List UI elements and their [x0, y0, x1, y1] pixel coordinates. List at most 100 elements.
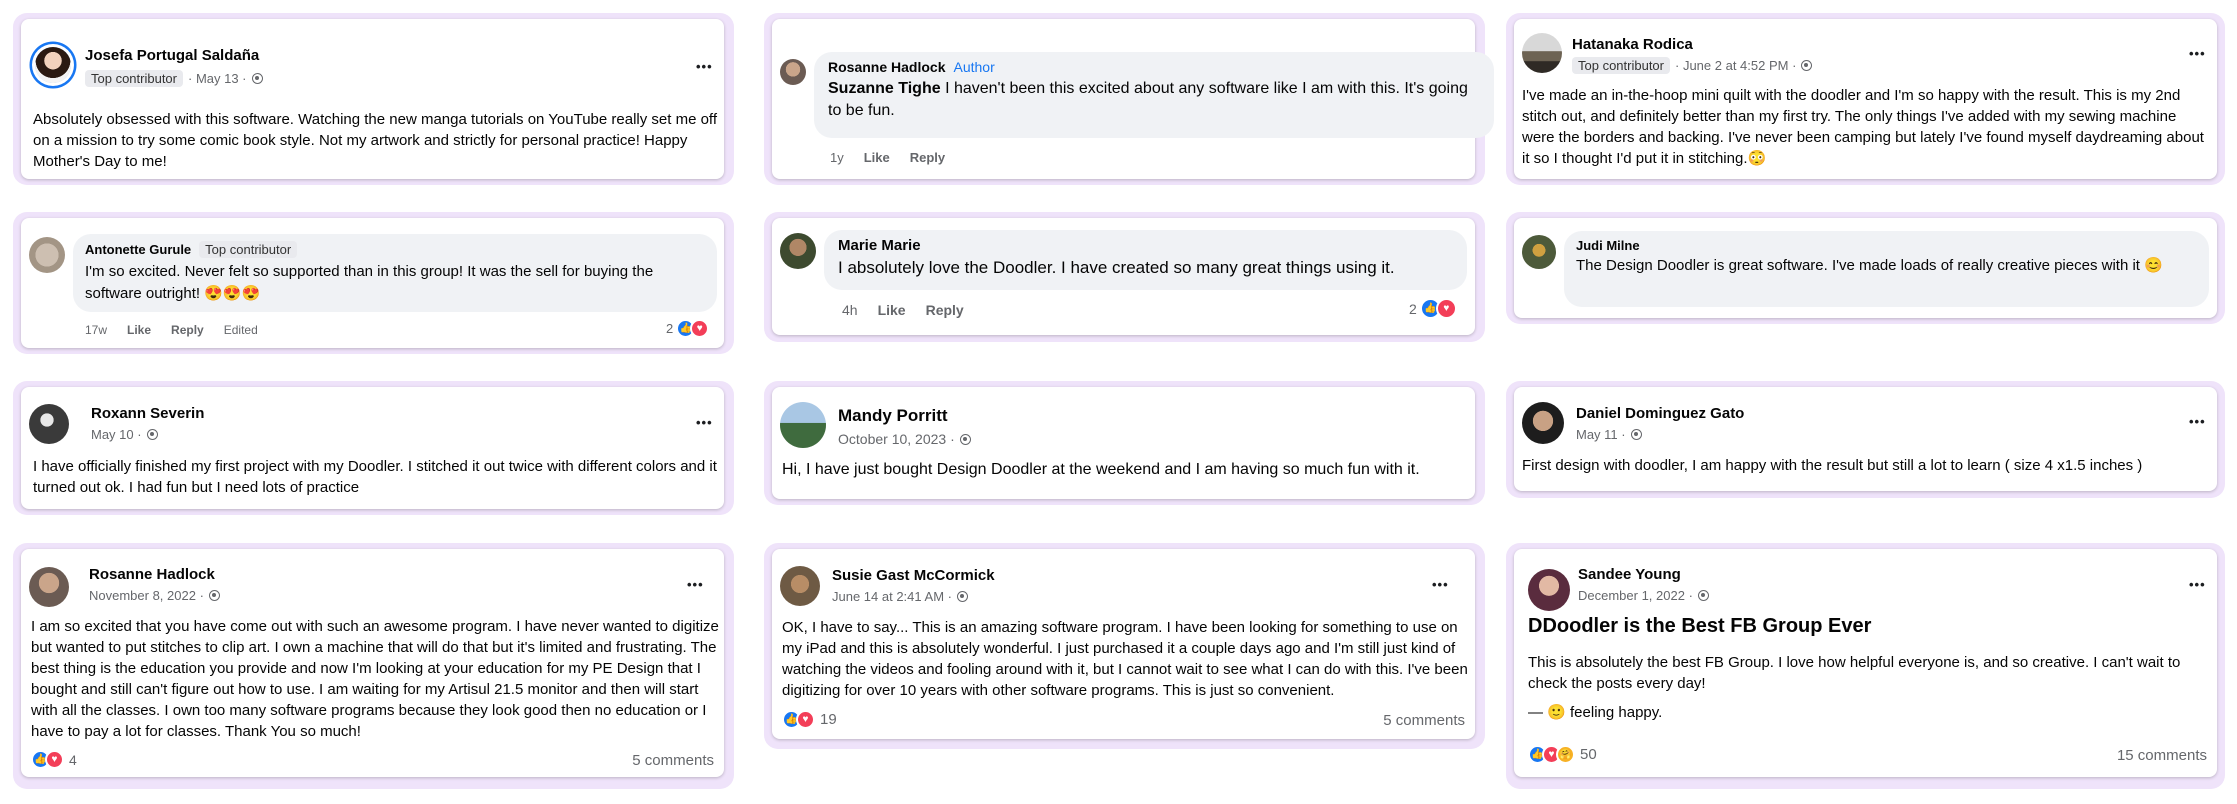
post-date[interactable]: May 10 · — [91, 427, 142, 442]
post-frame: Roxann Severin May 10 · ••• I have offic… — [13, 381, 734, 515]
love-reaction-icon: ♥ — [45, 750, 64, 769]
avatar[interactable] — [29, 404, 69, 444]
globe-icon — [1801, 60, 1813, 71]
author-name[interactable]: Sandee Young — [1578, 566, 1681, 583]
comment-count[interactable]: 5 comments — [632, 752, 714, 769]
post-date[interactable]: October 10, 2023 · — [838, 431, 955, 447]
more-icon[interactable]: ••• — [2189, 46, 2206, 61]
post-card: Marie Marie I absolutely love the Doodle… — [772, 218, 1475, 335]
post-body: I am so excited that you have come out w… — [31, 618, 719, 740]
post-card: Hatanaka Rodica Top contributor · June 2… — [1514, 19, 2217, 179]
avatar[interactable] — [780, 233, 816, 269]
reply-button[interactable]: Reply — [910, 150, 945, 165]
comment-actions: 1y Like Reply — [830, 150, 945, 165]
author-label: Author — [953, 59, 995, 75]
post-frame: Susie Gast McCormick June 14 at 2:41 AM … — [764, 543, 1485, 749]
more-icon[interactable]: ••• — [1432, 577, 1449, 592]
post-meta: May 10 · — [91, 427, 158, 442]
commenter-name[interactable]: Rosanne Hadlock — [828, 59, 945, 75]
like-button[interactable]: Like — [127, 323, 151, 337]
post-headline: DDoodler is the Best FB Group Ever — [1528, 615, 1872, 637]
comment-text: I absolutely love the Doodler. I have cr… — [838, 258, 1395, 277]
comment-count[interactable]: 15 comments — [2117, 747, 2207, 764]
reaction-count: 4 — [69, 751, 77, 768]
post-meta: May 11 · — [1576, 427, 1642, 442]
reaction-count: 50 — [1580, 746, 1597, 763]
avatar[interactable] — [1522, 402, 1564, 444]
author-name[interactable]: Susie Gast McCormick — [832, 567, 995, 584]
top-contributor-badge: Top contributor — [85, 70, 183, 87]
comment-time[interactable]: 1y — [830, 150, 844, 165]
post-date[interactable]: December 1, 2022 · — [1578, 588, 1693, 603]
comment-bubble: Judi Milne The Design Doodler is great s… — [1564, 231, 2209, 307]
post-frame: Rosanne Hadlock Author Suzanne Tighe I ha… — [764, 13, 1494, 185]
author-name[interactable]: Mandy Porritt — [838, 406, 948, 426]
globe-icon — [1630, 429, 1642, 440]
avatar[interactable] — [1528, 569, 1570, 611]
post-frame: Josefa Portugal Saldaña Top contributor … — [13, 13, 734, 185]
post-card: Roxann Severin May 10 · ••• I have offic… — [21, 387, 724, 509]
commenter-name[interactable]: Judi Milne — [1576, 238, 2197, 253]
avatar[interactable] — [1522, 235, 1556, 269]
more-icon[interactable]: ••• — [2189, 577, 2206, 592]
post-meta: November 8, 2022 · — [89, 588, 220, 603]
post-meta: Top contributor · May 13 · — [85, 70, 263, 87]
more-icon[interactable]: ••• — [696, 59, 713, 74]
post-card: Rosanne Hadlock Author Suzanne Tighe I ha… — [772, 19, 1494, 179]
globe-icon — [146, 429, 158, 440]
more-icon[interactable]: ••• — [696, 415, 713, 430]
top-contributor-badge: Top contributor — [199, 241, 298, 258]
post-frame: Judi Milne The Design Doodler is great s… — [1506, 212, 2225, 324]
post-card: Susie Gast McCormick June 14 at 2:41 AM … — [772, 549, 1475, 739]
reply-mention[interactable]: Suzanne Tighe — [828, 80, 941, 97]
comment-time[interactable]: 4h — [842, 302, 858, 318]
reaction-summary[interactable]: 2 👍 ♥ — [1409, 298, 1457, 319]
reaction-summary[interactable]: 👍 ♥ 🤗 50 — [1528, 745, 1597, 764]
author-name[interactable]: Daniel Dominguez Gato — [1576, 405, 1744, 422]
comment-actions: 17w Like Reply Edited — [85, 323, 258, 337]
commenter-name[interactable]: Antonette Gurule — [85, 242, 191, 257]
post-date[interactable]: June 14 at 2:41 AM · — [832, 589, 952, 604]
more-icon[interactable]: ••• — [2189, 414, 2206, 429]
more-icon[interactable]: ••• — [687, 577, 704, 592]
like-button[interactable]: Like — [864, 150, 890, 165]
care-reaction-icon: 🤗 — [1556, 745, 1575, 764]
post-date[interactable]: November 8, 2022 · — [89, 588, 204, 603]
avatar[interactable] — [780, 566, 820, 606]
post-body: First design with doodler, I am happy wi… — [1522, 457, 2143, 474]
comment-text: I'm so excited. Never felt so supported … — [85, 263, 654, 302]
reaction-summary[interactable]: 👍 ♥ 19 — [782, 710, 837, 729]
avatar[interactable] — [1522, 33, 1562, 73]
reaction-summary[interactable]: 👍 ♥ 4 — [31, 750, 77, 769]
author-name[interactable]: Rosanne Hadlock — [89, 566, 215, 583]
avatar[interactable] — [29, 567, 69, 607]
post-frame: Daniel Dominguez Gato May 11 · ••• First… — [1506, 381, 2225, 498]
reaction-count: 2 — [1409, 300, 1417, 317]
author-name[interactable]: Roxann Severin — [91, 405, 204, 422]
avatar[interactable] — [29, 237, 65, 273]
like-button[interactable]: Like — [878, 302, 906, 318]
post-date[interactable]: · May 13 · — [188, 71, 247, 86]
globe-icon — [959, 433, 971, 445]
comment-time[interactable]: 17w — [85, 323, 107, 337]
post-date[interactable]: May 11 · — [1576, 427, 1626, 442]
post-date[interactable]: · June 2 at 4:52 PM · — [1675, 58, 1796, 73]
post-card: Judi Milne The Design Doodler is great s… — [1514, 218, 2217, 318]
author-name[interactable]: Hatanaka Rodica — [1572, 36, 1693, 53]
reaction-count: 2 — [666, 321, 674, 336]
avatar[interactable] — [35, 47, 71, 83]
post-body: This is absolutely the best FB Group. I … — [1528, 654, 2181, 692]
post-frame: Sandee Young December 1, 2022 · ••• DDoo… — [1506, 543, 2225, 789]
commenter-name[interactable]: Marie Marie — [838, 237, 1453, 254]
comment-count[interactable]: 5 comments — [1383, 712, 1465, 729]
avatar[interactable] — [780, 402, 826, 448]
avatar[interactable] — [780, 59, 806, 85]
post-body: I have officially finished my first proj… — [33, 458, 717, 496]
reply-button[interactable]: Reply — [171, 323, 204, 337]
post-card: Josefa Portugal Saldaña Top contributor … — [21, 19, 724, 179]
author-name[interactable]: Josefa Portugal Saldaña — [85, 47, 259, 64]
post-frame: Hatanaka Rodica Top contributor · June 2… — [1506, 13, 2225, 185]
comment-text: The Design Doodler is great software. I'… — [1576, 257, 2163, 274]
reaction-summary[interactable]: 2 👍 ♥ — [666, 319, 710, 338]
reply-button[interactable]: Reply — [926, 302, 964, 318]
